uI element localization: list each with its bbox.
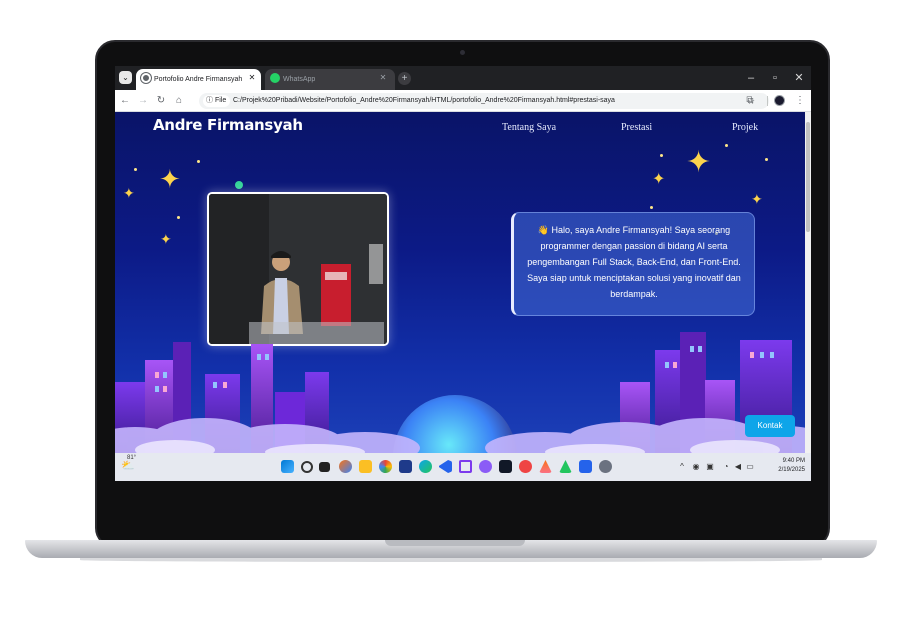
app-icon[interactable] xyxy=(399,460,412,473)
status-dot xyxy=(235,181,243,189)
weather-temp: 81° xyxy=(127,455,137,461)
star-dot xyxy=(725,144,728,147)
laptop-foot xyxy=(80,558,822,562)
star-dot xyxy=(134,168,137,171)
sparkle-icon: ✦ xyxy=(686,146,712,179)
nav-projek[interactable]: Projek xyxy=(732,122,758,133)
star-dot xyxy=(765,158,768,161)
portfolio-page: Andre Firmansyah Tentang Saya Prestasi P… xyxy=(115,112,805,453)
search-icon[interactable] xyxy=(301,461,313,473)
file-label: File xyxy=(214,97,227,104)
start-icon[interactable] xyxy=(281,460,294,473)
webcam xyxy=(460,50,465,55)
laptop-screen: ⌄ Portofolio Andre Firmansyah ✕ WhatsApp… xyxy=(115,66,811,481)
app-icon[interactable] xyxy=(559,460,572,473)
site-brand[interactable]: Andre Firmansyah xyxy=(153,116,303,134)
app-icon[interactable] xyxy=(479,460,492,473)
close-tab-icon[interactable]: ✕ xyxy=(377,69,389,87)
nav-tentang-saya[interactable]: Tentang Saya xyxy=(502,122,556,133)
weather-icon[interactable]: ⛅ xyxy=(121,459,135,473)
tray-overflow-icon[interactable]: ^ xyxy=(677,462,687,472)
address-bar[interactable]: ⓘ File C:/Projek%20Pribadi/Website/Porto… xyxy=(199,93,769,109)
tab-whatsapp[interactable]: WhatsApp xyxy=(265,69,395,90)
task-view-icon[interactable] xyxy=(319,462,330,472)
star-dot xyxy=(177,216,180,219)
url-text: C:/Projek%20Pribadi/Website/Portofolio_A… xyxy=(233,97,615,104)
chrome-icon[interactable] xyxy=(379,460,392,473)
reload-icon[interactable]: ↻ xyxy=(153,93,169,109)
scrollbar-thumb[interactable] xyxy=(806,122,810,232)
site-info-chip[interactable]: ⓘ File xyxy=(203,95,231,107)
close-tab-icon[interactable]: ✕ xyxy=(246,69,258,87)
volume-icon[interactable]: ◀ xyxy=(733,462,743,472)
settings-icon[interactable] xyxy=(599,460,612,473)
app-icon[interactable] xyxy=(459,460,472,473)
minimize-icon[interactable]: – xyxy=(741,70,761,86)
sparkle-icon: ✦ xyxy=(160,231,172,247)
tab-portfolio[interactable]: Portofolio Andre Firmansyah xyxy=(136,69,261,90)
clock-time[interactable]: 9:40 PM xyxy=(765,458,805,464)
more-menu-icon[interactable]: ⋮ xyxy=(792,93,808,109)
info-icon: ⓘ xyxy=(206,97,215,104)
browser-tab-bar: ⌄ Portofolio Andre Firmansyah ✕ WhatsApp… xyxy=(115,66,811,90)
city-skyline-illustration xyxy=(115,332,805,453)
star-dot xyxy=(660,154,663,157)
star-dot xyxy=(650,206,653,209)
sparkle-icon: ✦ xyxy=(751,191,763,207)
forward-icon[interactable]: → xyxy=(135,93,151,109)
windows-taskbar: ⛅ 81° ^ ◉ ▣ ◔ ◀ ▭ 9:40 PM 2/19/2025 xyxy=(115,453,811,481)
copilot-icon[interactable] xyxy=(339,460,352,473)
star-dot xyxy=(197,160,200,163)
bio-text: 👋 Halo, saya Andre Firmansyah! Saya seor… xyxy=(527,225,741,299)
toolbar-divider xyxy=(767,96,768,106)
laptop-notch xyxy=(385,540,525,546)
tab-title: Portofolio Andre Firmansyah xyxy=(154,76,243,83)
close-window-icon[interactable]: ✕ xyxy=(789,70,809,86)
profile-avatar[interactable] xyxy=(774,95,785,106)
vscode-icon[interactable] xyxy=(439,460,452,473)
photos-icon[interactable] xyxy=(579,460,592,473)
home-icon[interactable]: ⌂ xyxy=(171,93,187,109)
github-icon[interactable] xyxy=(499,460,512,473)
chrome-page-icon xyxy=(141,73,151,83)
whatsapp-icon xyxy=(270,73,280,83)
sparkle-icon: ✦ xyxy=(159,164,181,194)
file-explorer-icon[interactable] xyxy=(359,460,372,473)
maximize-icon[interactable]: ▫ xyxy=(765,70,785,86)
clock-date[interactable]: 2/19/2025 xyxy=(760,467,805,473)
back-icon[interactable]: ← xyxy=(117,93,133,109)
wifi-icon[interactable]: ◔ xyxy=(721,462,731,472)
tray-app-icon[interactable]: ▣ xyxy=(705,462,715,472)
tab-title: WhatsApp xyxy=(283,76,316,83)
new-tab-icon[interactable]: + xyxy=(398,72,411,85)
brave-icon[interactable] xyxy=(539,460,552,473)
nav-prestasi[interactable]: Prestasi xyxy=(621,122,652,133)
tab-search-icon[interactable]: ⌄ xyxy=(119,71,132,84)
contact-button[interactable]: Kontak xyxy=(745,415,795,437)
extensions-icon[interactable]: ⧉ xyxy=(742,93,758,109)
battery-icon[interactable]: ▭ xyxy=(745,462,755,472)
app-icon[interactable] xyxy=(519,460,532,473)
bio-card: 👋 Halo, saya Andre Firmansyah! Saya seor… xyxy=(511,212,755,316)
browser-toolbar: ← → ↻ ⌂ ⓘ File C:/Projek%20Pribadi/Websi… xyxy=(115,90,811,112)
tray-app-icon[interactable]: ◉ xyxy=(691,462,701,472)
sparkle-icon: ✦ xyxy=(123,185,135,201)
sparkle-icon: ✦ xyxy=(652,171,666,188)
edge-icon[interactable] xyxy=(419,460,432,473)
